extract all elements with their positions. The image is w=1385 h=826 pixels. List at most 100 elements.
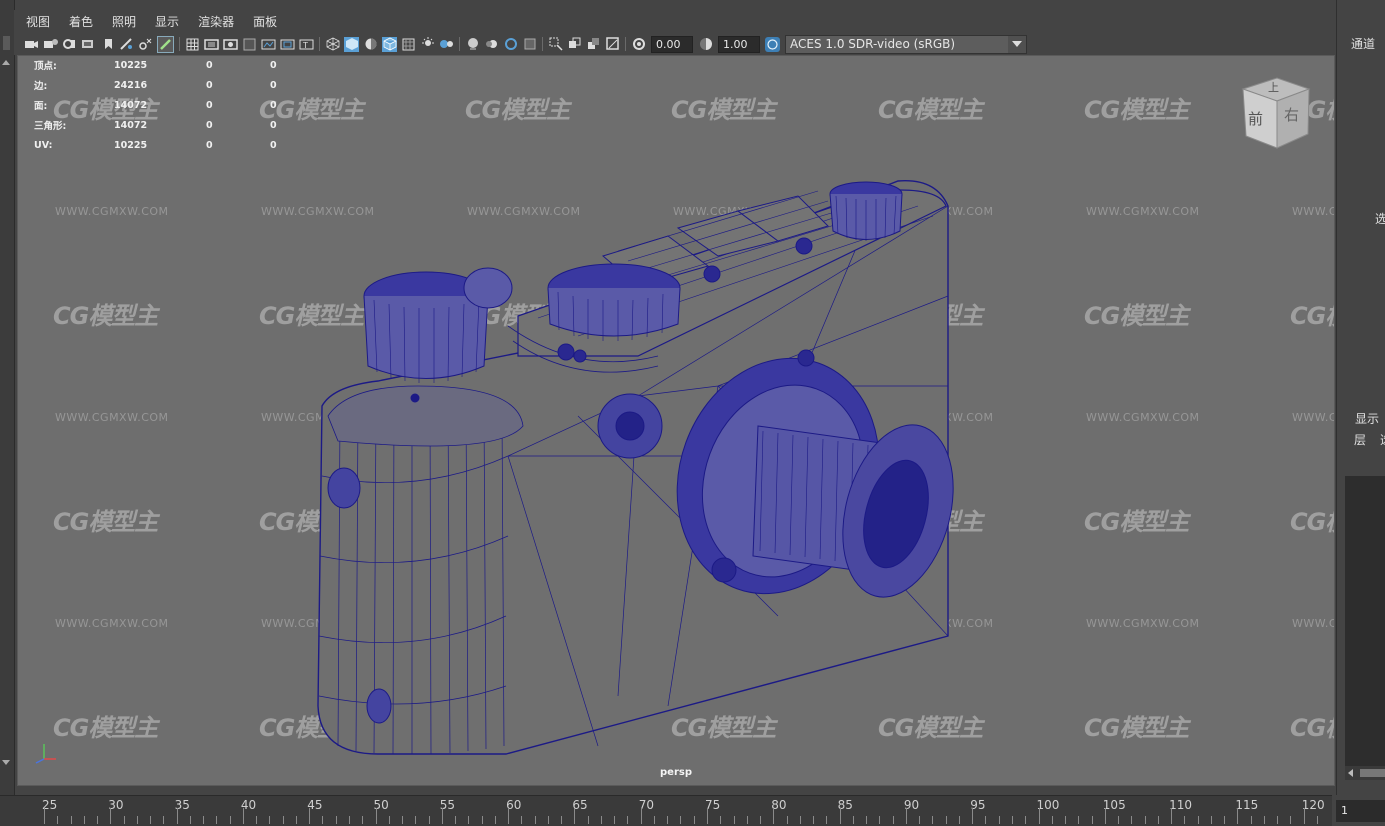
timeline-tick-label: 120 xyxy=(1301,798,1325,812)
poly-count-hud: 顶点: 10225 0 0 边: 24216 0 0 面: 14072 0 0 三角形: 14072 0 0 U… xyxy=(34,56,277,155)
hud-value: 10225 xyxy=(114,59,148,71)
screen-space-ao-icon[interactable] xyxy=(465,37,480,52)
timeline-tick xyxy=(1038,808,1040,824)
timeline-tick xyxy=(1303,808,1305,824)
view-cube-right-label[interactable]: 右 xyxy=(1284,104,1299,125)
bookmark-icon[interactable] xyxy=(62,37,77,52)
scroll-left-icon[interactable] xyxy=(1348,769,1353,777)
timeline-tick xyxy=(1250,816,1252,824)
watermark-text: CG模型主 xyxy=(1084,714,1191,742)
menu-show[interactable]: 显示 xyxy=(143,13,186,30)
scroll-down-icon[interactable] xyxy=(2,760,10,765)
timeline-tick xyxy=(614,816,616,824)
menu-panels[interactable]: 面板 xyxy=(241,13,284,30)
timeline-tick xyxy=(216,816,218,824)
wireframe-icon[interactable] xyxy=(325,37,340,52)
horizontal-scrollbar[interactable] xyxy=(1345,766,1385,780)
grease-pencil-icon[interactable] xyxy=(119,37,134,52)
view-transform-select[interactable]: ACES 1.0 SDR-video (sRGB) xyxy=(785,34,1027,54)
menu-renderer[interactable]: 渲染器 xyxy=(186,13,241,30)
channels-menu[interactable]: 通道 xyxy=(1351,35,1375,52)
timeline-tick xyxy=(83,816,85,824)
safe-title-icon[interactable]: T xyxy=(299,37,314,52)
image-plane-icon[interactable] xyxy=(81,37,96,52)
2d-pan-zoom-icon[interactable] xyxy=(138,37,153,52)
field-chart-icon[interactable] xyxy=(261,37,276,52)
hud-value: 14072 xyxy=(114,119,148,131)
hud-row: UV: 10225 0 0 xyxy=(34,135,277,155)
hud-label: 面: xyxy=(34,101,48,112)
perspective-viewport[interactable]: CG模型主 WWW.CGMXW.COM CG模型主 WWW.CGMXW.COM CG模型… xyxy=(17,55,1335,786)
timeline-tick xyxy=(932,816,934,824)
xray-joints-icon[interactable] xyxy=(567,37,582,52)
use-all-lights-icon[interactable] xyxy=(420,37,435,52)
watermark-url: WWW.CGMXW.COM xyxy=(55,411,169,424)
gate-mask-icon[interactable] xyxy=(242,37,257,52)
timeline-tick xyxy=(1197,816,1199,824)
grid-icon[interactable] xyxy=(185,37,200,52)
layer-list[interactable] xyxy=(1345,476,1385,766)
depth-of-field-icon[interactable] xyxy=(522,37,537,52)
gamma-icon[interactable] xyxy=(698,37,713,52)
watermark-text: CG模型主 xyxy=(1084,302,1191,330)
watermark-url: WWW.CGMXW.COM xyxy=(1086,205,1200,218)
timeline-tick-label: 115 xyxy=(1235,798,1259,812)
timeline-tick xyxy=(945,816,947,824)
resolution-gate-icon[interactable] xyxy=(223,37,238,52)
isolate-select-icon[interactable] xyxy=(548,37,563,52)
menu-lighting[interactable]: 照明 xyxy=(100,13,143,30)
hud-label: 边: xyxy=(34,81,48,92)
select-label[interactable]: 选 xyxy=(1375,210,1385,227)
toolbar-separator xyxy=(179,37,180,51)
timeline-tick xyxy=(521,816,523,824)
motion-blur-icon[interactable] xyxy=(484,37,499,52)
timeline-tick xyxy=(919,816,921,824)
hud-count: 0 xyxy=(206,119,213,131)
exposure-field[interactable]: 0.00 xyxy=(651,35,693,53)
pencil-tool-icon[interactable] xyxy=(157,35,174,53)
timeline-tick xyxy=(1184,816,1186,824)
current-frame-field[interactable]: 1 xyxy=(1336,800,1385,822)
wireframe-on-shaded-icon[interactable] xyxy=(382,36,397,52)
film-gate-icon[interactable] xyxy=(204,37,219,52)
menu-shading[interactable]: 着色 xyxy=(57,13,100,30)
scroll-thumb[interactable] xyxy=(1360,769,1385,777)
flag-icon[interactable] xyxy=(100,37,115,52)
axis-gizmo xyxy=(35,744,56,764)
layers-menu[interactable]: 层 xyxy=(1354,431,1366,448)
view-cube-front-label[interactable]: 前 xyxy=(1248,108,1263,129)
strap-lug-left xyxy=(327,467,361,509)
xray-icon[interactable] xyxy=(401,37,416,52)
view-cube-top-label[interactable]: 上 xyxy=(1268,79,1279,95)
watermark-text: CG模型主 xyxy=(1084,96,1191,124)
time-slider[interactable]: 25 30 35 40 45 50 55 60 65 70 75 80 85 90 95 100 105 110 1… xyxy=(0,795,1332,826)
anti-aliasing-icon[interactable] xyxy=(503,37,518,52)
exposure-icon[interactable] xyxy=(631,37,646,52)
timeline-tick xyxy=(44,808,45,824)
toolbar-separator xyxy=(459,37,460,51)
camera-attributes-icon[interactable] xyxy=(43,37,58,52)
toolbar-separator xyxy=(625,37,626,51)
layers-options-menu[interactable]: 选 xyxy=(1380,431,1385,448)
menu-view[interactable]: 视图 xyxy=(14,13,57,30)
watermark-url: WWW.CGMXW.COM xyxy=(1292,411,1334,424)
timeline-tick xyxy=(1011,816,1013,824)
timeline-tick xyxy=(561,816,563,824)
watermark-text: CG模型主 xyxy=(878,96,985,124)
timeline-tick xyxy=(667,816,669,824)
hud-row: 面: 14072 0 0 xyxy=(34,95,277,115)
camera-select-icon[interactable] xyxy=(24,37,39,52)
default-material-icon[interactable] xyxy=(363,37,378,52)
scroll-up-icon[interactable] xyxy=(2,60,10,65)
smooth-shade-icon[interactable] xyxy=(344,36,359,52)
gamma-field[interactable]: 1.00 xyxy=(718,35,760,53)
current-frame-value: 1 xyxy=(1341,804,1348,817)
shadows-icon[interactable] xyxy=(439,37,454,52)
chevron-down-icon[interactable] xyxy=(1008,35,1026,53)
strip-handle[interactable] xyxy=(3,36,10,50)
safe-action-icon[interactable] xyxy=(280,37,295,52)
backface-cull-icon[interactable] xyxy=(605,37,620,52)
xray-active-icon[interactable] xyxy=(586,37,601,52)
display-tab[interactable]: 显示 xyxy=(1355,410,1379,427)
color-management-icon[interactable] xyxy=(765,36,780,52)
